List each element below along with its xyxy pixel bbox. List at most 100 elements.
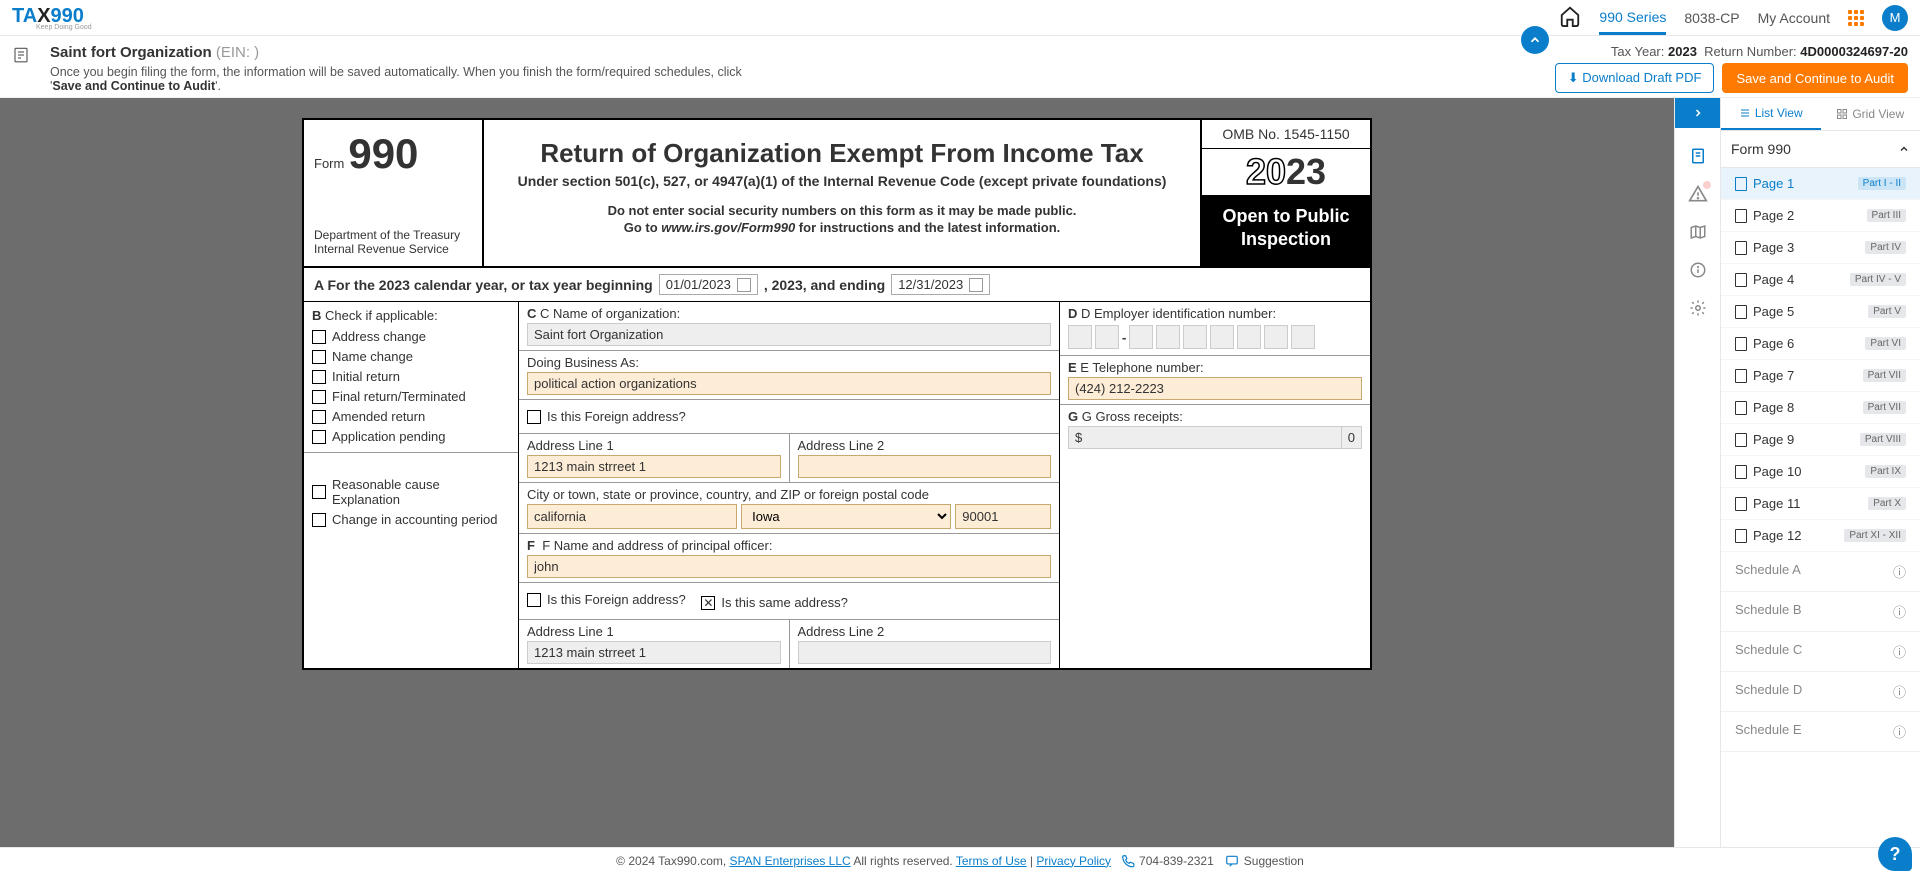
apps-icon[interactable] bbox=[1848, 10, 1864, 26]
org-description: Once you begin filing the form, the info… bbox=[50, 65, 770, 93]
nav-990-series[interactable]: 990 Series bbox=[1599, 9, 1666, 35]
map-icon[interactable] bbox=[1688, 222, 1708, 242]
page-icon bbox=[1735, 305, 1747, 319]
page-icon bbox=[1735, 401, 1747, 415]
page-item[interactable]: Page 1Part I - II bbox=[1721, 168, 1920, 200]
checkbox[interactable] bbox=[312, 430, 326, 444]
zip-input[interactable] bbox=[955, 504, 1051, 529]
page-icon bbox=[1735, 369, 1747, 383]
page-item[interactable]: Page 6Part VI bbox=[1721, 328, 1920, 360]
nav-my-account[interactable]: My Account bbox=[1758, 10, 1830, 26]
page-item[interactable]: Page 8Part VII bbox=[1721, 392, 1920, 424]
schedule-item[interactable]: Schedule Eⓘ bbox=[1721, 712, 1920, 752]
page-icon bbox=[1735, 433, 1747, 447]
org-name-input[interactable] bbox=[527, 323, 1051, 346]
avatar[interactable]: M bbox=[1882, 5, 1908, 31]
help-fab[interactable]: ? bbox=[1878, 837, 1912, 871]
collapse-sidebar-button[interactable] bbox=[1675, 98, 1720, 128]
footer: © 2024 Tax990.com, SPAN Enterprises LLC … bbox=[0, 847, 1920, 873]
form-canvas: Form990 Department of the Treasury Inter… bbox=[0, 98, 1674, 847]
schedule-item[interactable]: Schedule Aⓘ bbox=[1721, 552, 1920, 592]
dept-label: Department of the Treasury Internal Reve… bbox=[314, 228, 472, 256]
date-end-input[interactable]: 12/31/2023 bbox=[891, 274, 990, 295]
page-icon bbox=[1735, 273, 1747, 287]
schedule-item[interactable]: Schedule Bⓘ bbox=[1721, 592, 1920, 632]
gross-receipts-input[interactable]: $0 bbox=[1068, 426, 1362, 449]
chat-icon bbox=[1224, 854, 1240, 868]
dba-input[interactable] bbox=[527, 372, 1051, 395]
page-icon bbox=[1735, 465, 1747, 479]
section-b: B B Check if applicable:Check if applica… bbox=[304, 302, 519, 668]
nav-8038cp[interactable]: 8038-CP bbox=[1684, 10, 1739, 26]
page-item[interactable]: Page 9Part VIII bbox=[1721, 424, 1920, 456]
section-d-g: D D Employer identification number: - E … bbox=[1060, 302, 1370, 668]
checkbox[interactable] bbox=[312, 350, 326, 364]
main: Form990 Department of the Treasury Inter… bbox=[0, 98, 1920, 847]
same-address-checkbox[interactable] bbox=[701, 596, 715, 610]
checkbox[interactable] bbox=[312, 390, 326, 404]
officer-address1-input[interactable] bbox=[527, 641, 781, 664]
privacy-link[interactable]: Privacy Policy bbox=[1036, 854, 1111, 868]
info-icon[interactable] bbox=[1688, 260, 1708, 280]
page-item[interactable]: Page 11Part X bbox=[1721, 488, 1920, 520]
calendar-icon bbox=[737, 278, 751, 292]
info-icon: ⓘ bbox=[1893, 562, 1906, 581]
phone[interactable]: 704-839-2321 bbox=[1121, 854, 1214, 868]
section-c: C C Name of organization: Doing Business… bbox=[519, 302, 1060, 668]
scroll-up-icon[interactable] bbox=[1521, 26, 1549, 54]
ein-input[interactable]: - bbox=[1068, 323, 1362, 351]
home-icon[interactable] bbox=[1559, 5, 1581, 30]
suggestion-button[interactable]: Suggestion bbox=[1224, 854, 1304, 868]
foreign-address-checkbox[interactable] bbox=[527, 410, 541, 424]
span-link[interactable]: SPAN Enterprises LLC bbox=[730, 854, 851, 868]
schedule-item[interactable]: Schedule Cⓘ bbox=[1721, 632, 1920, 672]
address1-input[interactable] bbox=[527, 455, 781, 478]
warning-icon[interactable] bbox=[1688, 184, 1708, 204]
logo[interactable]: TAX990 Keep Doing Good bbox=[12, 5, 92, 31]
checkbox[interactable] bbox=[312, 513, 326, 527]
iconbar bbox=[1674, 98, 1720, 847]
page-item[interactable]: Page 2Part III bbox=[1721, 200, 1920, 232]
chevron-up-icon bbox=[1898, 143, 1910, 155]
form-title: Return of Organization Exempt From Incom… bbox=[504, 138, 1180, 169]
page-item[interactable]: Page 10Part IX bbox=[1721, 456, 1920, 488]
checkbox[interactable] bbox=[312, 410, 326, 424]
org-title: Saint fort Organization (EIN: ) bbox=[50, 44, 1515, 61]
info-icon: ⓘ bbox=[1893, 642, 1906, 661]
list-view-tab[interactable]: List View bbox=[1721, 98, 1821, 130]
page-list: Page 1Part I - IIPage 2Part IIIPage 3Par… bbox=[1721, 168, 1920, 847]
form-icon bbox=[12, 46, 30, 67]
page-item[interactable]: Page 5Part V bbox=[1721, 296, 1920, 328]
page-item[interactable]: Page 7Part VII bbox=[1721, 360, 1920, 392]
page-item[interactable]: Page 4Part IV - V bbox=[1721, 264, 1920, 296]
page-icon bbox=[1735, 177, 1747, 191]
officer-name-input[interactable] bbox=[527, 555, 1051, 578]
page-icon bbox=[1735, 209, 1747, 223]
form-selector[interactable]: Form 990 bbox=[1721, 131, 1920, 168]
info-icon: ⓘ bbox=[1893, 682, 1906, 701]
state-select[interactable]: Iowa bbox=[741, 504, 951, 529]
page-sidebar: List View Grid View Form 990 Page 1Part … bbox=[1720, 98, 1920, 847]
officer-foreign-checkbox[interactable] bbox=[527, 593, 541, 607]
save-continue-button[interactable]: Save and Continue to Audit bbox=[1722, 63, 1908, 93]
row-a: A For the 2023 calendar year, or tax yea… bbox=[304, 268, 1370, 302]
page-item[interactable]: Page 12Part XI - XII bbox=[1721, 520, 1920, 552]
officer-address2-input[interactable] bbox=[798, 641, 1052, 664]
checkbox[interactable] bbox=[312, 330, 326, 344]
checkbox[interactable] bbox=[312, 370, 326, 384]
page-icon[interactable] bbox=[1688, 146, 1708, 166]
date-begin-input[interactable]: 01/01/2023 bbox=[659, 274, 758, 295]
subheader: Saint fort Organization (EIN: ) Once you… bbox=[0, 36, 1920, 98]
page-item[interactable]: Page 3Part IV bbox=[1721, 232, 1920, 264]
gear-icon[interactable] bbox=[1688, 298, 1708, 318]
download-draft-button[interactable]: ⬇ Download Draft PDF bbox=[1555, 63, 1715, 93]
calendar-icon bbox=[969, 278, 983, 292]
topbar: TAX990 Keep Doing Good 990 Series 8038-C… bbox=[0, 0, 1920, 36]
telephone-input[interactable] bbox=[1068, 377, 1362, 400]
checkbox[interactable] bbox=[312, 485, 326, 499]
terms-link[interactable]: Terms of Use bbox=[956, 854, 1027, 868]
schedule-item[interactable]: Schedule Dⓘ bbox=[1721, 672, 1920, 712]
address2-input[interactable] bbox=[798, 455, 1052, 478]
grid-view-tab[interactable]: Grid View bbox=[1821, 98, 1920, 130]
city-input[interactable] bbox=[527, 504, 737, 529]
